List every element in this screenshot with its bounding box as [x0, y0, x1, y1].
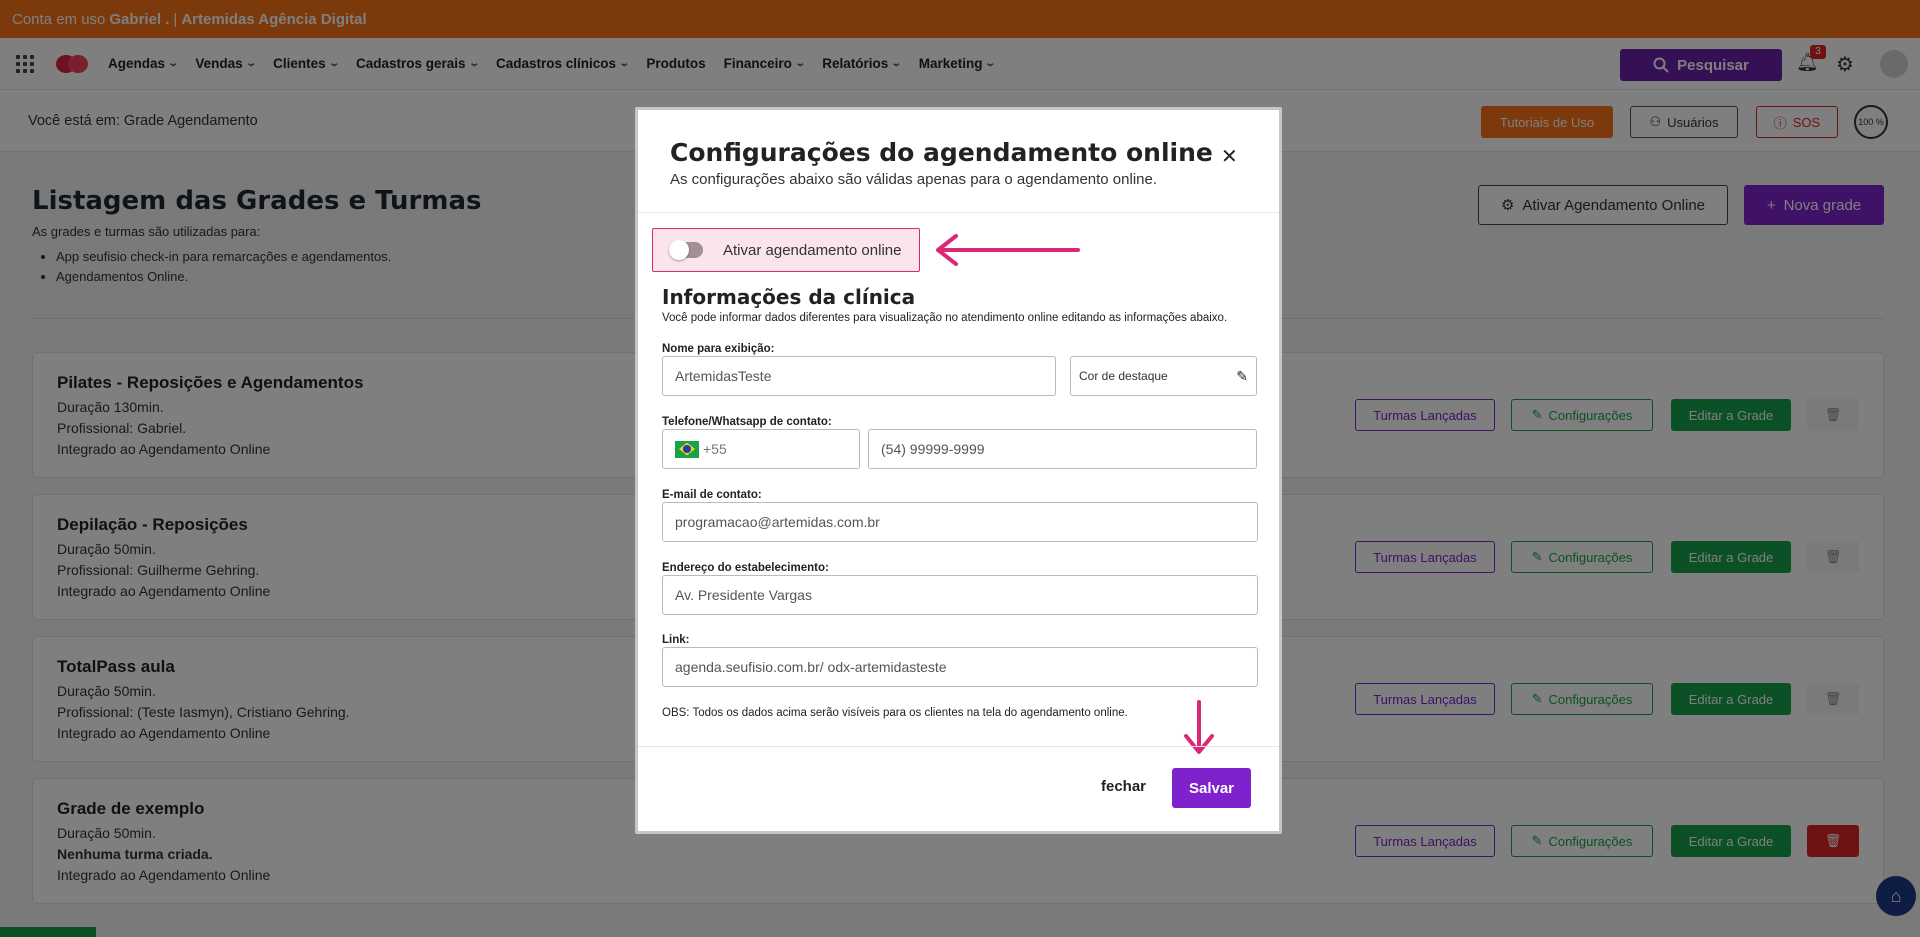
color-label: Cor de destaque [1079, 369, 1168, 383]
annotation-arrow-left-icon [936, 234, 1080, 266]
divider [638, 212, 1279, 213]
address-label: Endereço do estabelecimento: [662, 562, 829, 574]
activate-online-toggle-row[interactable]: Ativar agendamento online [652, 228, 920, 272]
section-description: Você pode informar dados diferentes para… [662, 312, 1228, 324]
phone-input[interactable]: (54) 99999-9999 [868, 429, 1257, 469]
modal-title: Configurações do agendamento online [670, 138, 1213, 167]
section-title: Informações da clínica [662, 285, 916, 309]
toggle-label: Ativar agendamento online [723, 241, 902, 259]
close-icon[interactable]: ✕ [1221, 144, 1238, 169]
link-input[interactable]: agenda.seufisio.com.br/ odx-artemidastes… [662, 647, 1258, 687]
online-scheduling-config-modal: Configurações do agendamento online As c… [635, 107, 1282, 834]
address-input[interactable]: Av. Presidente Vargas [662, 575, 1258, 615]
country-code-select[interactable]: +55 [662, 429, 860, 469]
link-label: Link: [662, 634, 690, 646]
modal-subtitle: As configurações abaixo são válidas apen… [670, 171, 1158, 188]
eyedropper-icon: ✎ [1236, 367, 1248, 384]
display-name-input[interactable]: ArtemidasTeste [662, 356, 1056, 396]
observation-note: OBS: Todos os dados acima serão visíveis… [662, 707, 1128, 719]
close-button[interactable]: fechar [1101, 778, 1146, 795]
highlight-color-picker[interactable]: Cor de destaque ✎ [1070, 356, 1257, 396]
divider [638, 746, 1279, 747]
phone-label: Telefone/Whatsapp de contato: [662, 416, 832, 428]
email-label: E-mail de contato: [662, 489, 762, 501]
brazil-flag-icon [675, 440, 699, 458]
save-button[interactable]: Salvar [1172, 768, 1251, 808]
country-code: +55 [703, 441, 727, 457]
name-label: Nome para exibição: [662, 343, 775, 355]
activate-online-toggle[interactable] [669, 240, 703, 260]
email-input[interactable]: programacao@artemidas.com.br [662, 502, 1258, 542]
annotation-arrow-down-icon [1184, 700, 1214, 754]
